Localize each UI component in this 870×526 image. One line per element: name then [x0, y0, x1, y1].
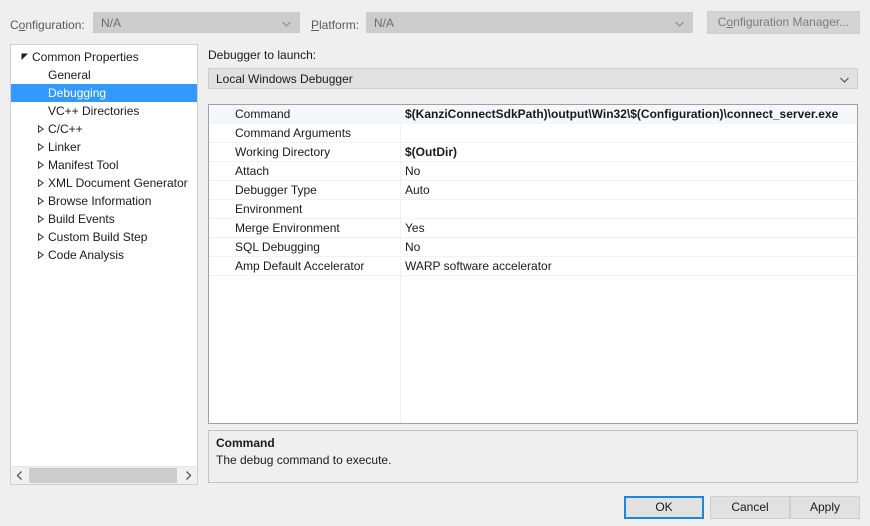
triangle-right-icon[interactable]	[35, 120, 48, 138]
tree-item-label: Manifest Tool	[48, 158, 119, 172]
triangle-right-icon[interactable]	[35, 210, 48, 228]
triangle-right-icon[interactable]	[35, 228, 48, 246]
tree-item-debugging[interactable]: Debugging	[11, 84, 197, 102]
scroll-right-arrow-icon[interactable]	[180, 467, 197, 484]
chevron-down-icon	[675, 20, 684, 29]
grid-row-value[interactable]: No	[400, 162, 857, 181]
tree-item-label: XML Document Generator	[48, 176, 188, 190]
triangle-right-icon[interactable]	[35, 192, 48, 210]
tree-item-label: VC++ Directories	[48, 104, 140, 118]
tree-item-label: C/C++	[48, 122, 83, 136]
apply-button[interactable]: Apply	[790, 496, 860, 519]
grid-row-name: Environment	[235, 202, 303, 216]
grid-row[interactable]: Environment	[209, 200, 857, 219]
configuration-manager-suffix: nfiguration Manager...	[733, 15, 850, 29]
triangle-right-icon[interactable]	[35, 138, 48, 156]
grid-row-value[interactable]: Auto	[400, 181, 857, 200]
chevron-down-icon	[282, 20, 291, 29]
configuration-dropdown-value: N/A	[101, 16, 122, 30]
tree-item-label: Browse Information	[48, 194, 152, 208]
scroll-left-arrow-icon[interactable]	[11, 467, 28, 484]
tree-item-linker[interactable]: Linker	[11, 138, 197, 156]
tree-item-build-events[interactable]: Build Events	[11, 210, 197, 228]
grid-row-name: SQL Debugging	[235, 240, 320, 254]
platform-label-accelerator: P	[311, 18, 320, 32]
grid-row-value[interactable]: $(KanziConnectSdkPath)\output\Win32\$(Co…	[400, 105, 857, 124]
triangle-right-icon[interactable]	[35, 246, 48, 264]
configuration-toolbar: Configuration: N/A Platform: N/A Configu…	[0, 0, 870, 44]
tree-item-custom-build-step[interactable]: Custom Build Step	[11, 228, 197, 246]
tree-item-label: Code Analysis	[48, 248, 125, 262]
grid-row-value[interactable]: $(OutDir)	[400, 143, 857, 162]
chevron-down-icon	[840, 76, 849, 85]
ok-button[interactable]: OK	[624, 496, 704, 519]
cancel-button[interactable]: Cancel	[710, 496, 790, 519]
debugger-to-launch-dropdown[interactable]: Local Windows Debugger	[208, 68, 858, 89]
platform-dropdown-value: N/A	[374, 16, 395, 30]
property-pages-tree-list: Common Properties General Debugging VC++ Di…	[11, 48, 197, 466]
property-pages-tree: Common Properties General Debugging VC++ Di…	[10, 44, 198, 485]
tree-item-c-c[interactable]: C/C++	[11, 120, 197, 138]
tree-item-label: General	[48, 68, 91, 82]
properties-grid-rows: Command $(KanziConnectSdkPath)\output\Win…	[209, 105, 857, 276]
tree-item-vc-directories[interactable]: VC++ Directories	[11, 102, 197, 120]
grid-row[interactable]: Debugger Type Auto	[209, 181, 857, 200]
grid-row-name: Command	[235, 107, 291, 121]
properties-grid[interactable]: Command $(KanziConnectSdkPath)\output\Win…	[208, 104, 858, 424]
tree-item-label: Linker	[48, 140, 81, 154]
platform-label: Platform:	[311, 18, 359, 32]
tree-item-code-analysis[interactable]: Code Analysis	[11, 246, 197, 264]
property-description-title: Command	[216, 436, 275, 450]
debugging-property-page: Debugger to launch: Local Windows Debugg…	[206, 44, 860, 485]
tree-horizontal-scrollbar[interactable]	[11, 466, 197, 484]
tree-item-manifest-tool[interactable]: Manifest Tool	[11, 156, 197, 174]
grid-row-name: Working Directory	[235, 145, 331, 159]
tree-item-label: Custom Build Step	[48, 230, 148, 244]
tree-item-browse-information[interactable]: Browse Information	[11, 192, 197, 210]
grid-row-name: Debugger Type	[235, 183, 317, 197]
tree-item-xml-document-generator[interactable]: XML Document Generator	[11, 174, 197, 192]
property-description-panel: Command The debug command to execute.	[208, 430, 858, 483]
grid-row-value[interactable]: WARP software accelerator	[400, 257, 857, 276]
platform-label-suffix: latform:	[319, 18, 360, 32]
platform-dropdown[interactable]: N/A	[366, 12, 693, 33]
grid-row-name: Attach	[235, 164, 270, 178]
grid-row-value[interactable]: Yes	[400, 219, 857, 238]
debugger-to-launch-value: Local Windows Debugger	[216, 72, 353, 86]
tree-item-label: Debugging	[48, 86, 107, 100]
configuration-label: Configuration:	[10, 18, 85, 32]
tree-scrollbar-thumb[interactable]	[29, 468, 177, 483]
grid-row-name: Amp Default Accelerator	[235, 259, 365, 273]
tree-item-label: Build Events	[48, 212, 115, 226]
grid-row-name: Command Arguments	[235, 126, 352, 140]
grid-row-name: Merge Environment	[235, 221, 340, 235]
property-description-text: The debug command to execute.	[216, 453, 392, 467]
triangle-right-icon[interactable]	[35, 156, 48, 174]
tree-item-label: Common Properties	[32, 50, 139, 64]
grid-row[interactable]: Command Arguments	[209, 124, 857, 143]
grid-row[interactable]: Attach No	[209, 162, 857, 181]
debugger-to-launch-label: Debugger to launch:	[208, 48, 317, 62]
grid-row[interactable]: Command $(KanziConnectSdkPath)\output\Win…	[209, 105, 857, 124]
grid-row[interactable]: Amp Default Accelerator WARP software acc…	[209, 257, 857, 276]
triangle-right-icon[interactable]	[35, 174, 48, 192]
configuration-label-prefix: C	[10, 18, 19, 32]
configuration-dropdown[interactable]: N/A	[93, 12, 300, 33]
grid-row[interactable]: Working Directory $(OutDir)	[209, 143, 857, 162]
triangle-down-icon[interactable]	[19, 48, 32, 66]
tree-item-general[interactable]: General	[11, 66, 197, 84]
grid-row[interactable]: Merge Environment Yes	[209, 219, 857, 238]
grid-row-value[interactable]: No	[400, 238, 857, 257]
configuration-manager-button[interactable]: Configuration Manager...	[707, 11, 860, 34]
grid-row[interactable]: SQL Debugging No	[209, 238, 857, 257]
configuration-label-suffix: nfiguration:	[25, 18, 85, 32]
tree-item-common-properties[interactable]: Common Properties	[11, 48, 197, 66]
